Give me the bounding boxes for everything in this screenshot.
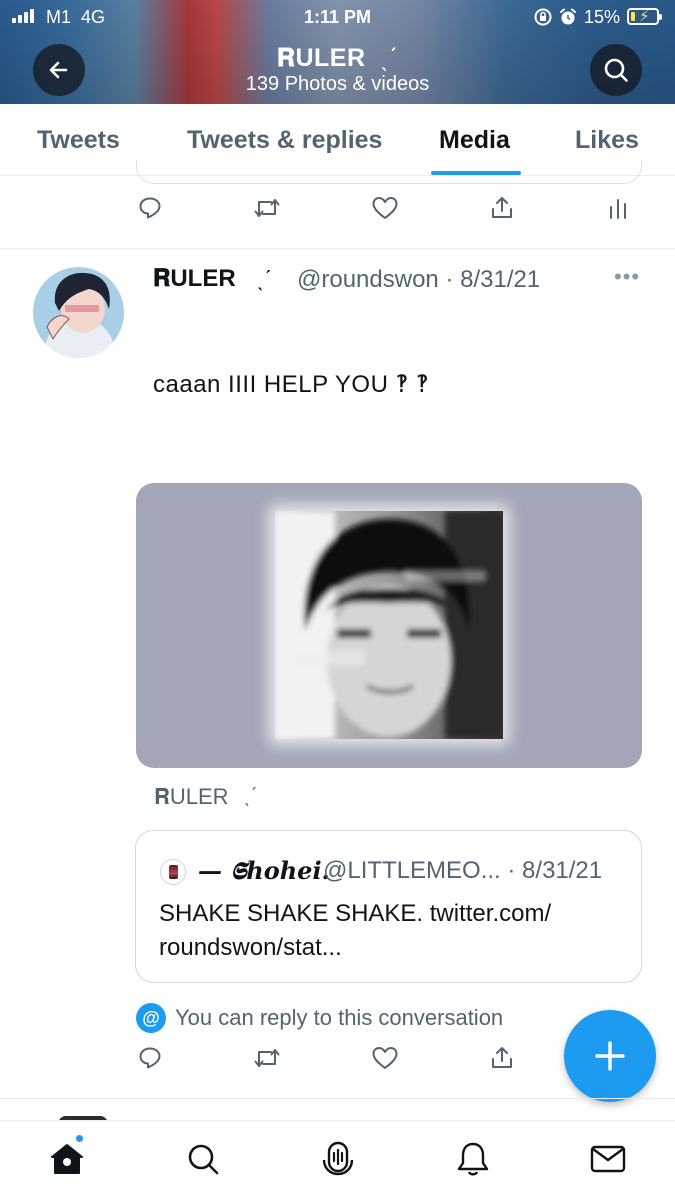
tweet-media[interactable]	[136, 483, 642, 768]
reply-icon	[139, 197, 161, 219]
media-count: 139 Photos & videos	[245, 73, 430, 95]
tab-tweets[interactable]: Tweets	[37, 126, 120, 155]
battery-icon: ⚡	[627, 8, 662, 25]
home-unread-dot	[74, 1133, 85, 1144]
share-icon	[492, 1047, 512, 1068]
author-handle-date[interactable]: @roundswon · 8/31/21	[297, 266, 540, 294]
like-button[interactable]	[370, 193, 400, 223]
profile-name-mark: ˎˊ	[380, 44, 399, 72]
tweet-divider	[0, 1098, 675, 1099]
compose-icon	[595, 1041, 625, 1071]
alarm-icon	[558, 7, 578, 32]
quoted-author-handle-date: @LITTLEMEO... · 8/31/21	[323, 857, 603, 884]
like-button[interactable]	[370, 1043, 400, 1073]
charging-bolt-icon: ⚡	[639, 8, 650, 25]
like-icon	[372, 1047, 398, 1069]
embed-source-name[interactable]: 𝐑ULER	[154, 784, 229, 810]
media-image	[275, 511, 503, 739]
analytics-icon	[610, 199, 626, 219]
reply-icon	[139, 1047, 161, 1069]
messages-icon	[590, 1145, 626, 1173]
search-icon	[604, 58, 628, 82]
spaces-icon	[322, 1141, 354, 1176]
profile-title: 𝐑ULER ˎˊ	[0, 44, 675, 73]
reply-button[interactable]	[135, 1043, 165, 1073]
compose-tweet-button[interactable]	[564, 1010, 656, 1102]
tab-likes[interactable]: Likes	[575, 126, 639, 155]
profile-header: M1 4G 1:11 PM 15% ⚡ 𝐑ULER ˎˊ 139 Photos …	[0, 0, 675, 104]
status-bar: M1 4G 1:11 PM 15% ⚡	[0, 0, 675, 36]
quoted-author-name: — 𝕾hohei.	[198, 856, 330, 885]
retweet-icon	[254, 1049, 280, 1067]
reply-button[interactable]	[135, 193, 165, 223]
retweet-button[interactable]	[252, 193, 282, 223]
nav-spaces[interactable]	[318, 1139, 358, 1179]
share-button[interactable]	[487, 1043, 517, 1073]
tab-tweets-and-replies[interactable]: Tweets & replies	[187, 126, 382, 155]
avatar-image	[33, 267, 124, 358]
like-icon	[372, 197, 398, 219]
tweet-text: caaan IIII HELP YOU ‽ ‽	[153, 371, 430, 398]
author-name[interactable]: 𝐑ULER	[153, 265, 236, 293]
quoted-author-avatar	[160, 859, 186, 885]
nav-home[interactable]	[47, 1139, 87, 1179]
tab-media[interactable]: Media	[439, 126, 510, 155]
notifications-icon	[457, 1142, 489, 1176]
home-icon	[51, 1144, 83, 1174]
quoted-tweet[interactable]: — 𝕾hohei. @LITTLEMEO... · 8/31/21 SHAKE …	[135, 830, 642, 983]
author-name-mark: ˎˊ	[257, 266, 272, 291]
orientation-lock-icon	[533, 7, 553, 32]
author-avatar[interactable]	[33, 267, 124, 358]
analytics-button[interactable]	[603, 193, 633, 223]
reply-permission-text: You can reply to this conversation	[175, 1005, 504, 1030]
previous-tweet-card[interactable]	[136, 160, 642, 184]
quoted-tweet-text: SHAKE SHAKE SHAKE. twitter.com/ roundswo…	[159, 900, 552, 961]
tweet-divider	[0, 248, 675, 249]
share-button[interactable]	[487, 193, 517, 223]
battery-percent: 15%	[584, 7, 621, 27]
retweet-button[interactable]	[252, 1043, 282, 1073]
mention-icon: @	[136, 1003, 166, 1033]
retweet-icon	[254, 199, 280, 217]
search-icon	[188, 1144, 219, 1175]
battery-fill	[631, 12, 635, 21]
bottom-navigation	[0, 1120, 675, 1200]
more-options-icon[interactable]: •••	[614, 264, 640, 290]
nav-search[interactable]	[183, 1139, 223, 1179]
profile-name: 𝐑ULER	[276, 44, 366, 72]
share-icon	[492, 197, 512, 218]
embed-source-mark: ˎˊ	[244, 785, 258, 807]
nav-notifications[interactable]	[453, 1139, 493, 1179]
nav-messages[interactable]	[588, 1139, 628, 1179]
search-button[interactable]	[590, 44, 642, 96]
previous-tweet-actions	[0, 193, 675, 233]
